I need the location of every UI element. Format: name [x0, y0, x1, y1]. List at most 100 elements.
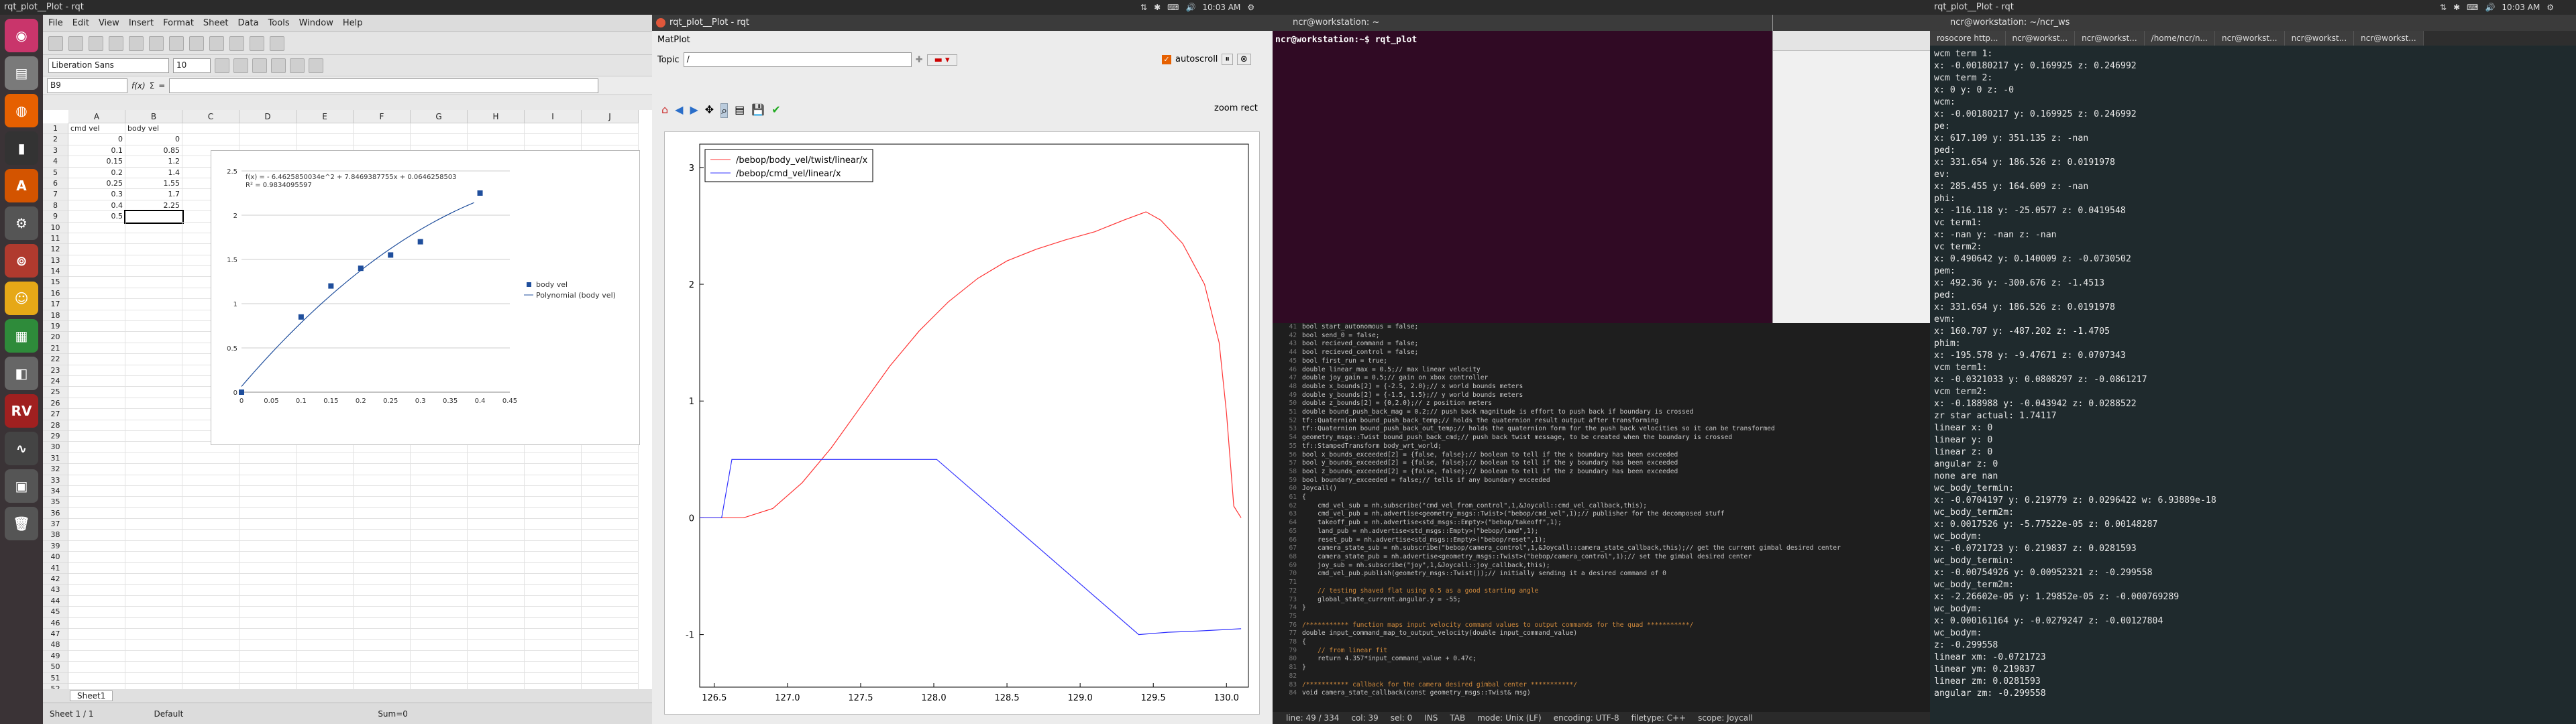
row-header[interactable]: 16 — [43, 288, 68, 300]
cell[interactable] — [125, 464, 182, 475]
code-line[interactable] — [1302, 672, 1841, 681]
topic-input[interactable]: / — [683, 52, 912, 67]
code-line[interactable]: double bound_push_back_mag = 0.2;// push… — [1302, 408, 1841, 417]
cell[interactable] — [239, 574, 297, 585]
cell[interactable] — [468, 497, 525, 508]
cell[interactable] — [525, 617, 582, 629]
row-header[interactable]: 11 — [43, 233, 68, 245]
row-header[interactable]: 14 — [43, 266, 68, 278]
row-header[interactable]: 31 — [43, 452, 68, 465]
settings-icon[interactable]: ⚙ — [5, 206, 38, 240]
column-header-A[interactable]: A — [68, 110, 125, 123]
cell[interactable]: 0.3 — [68, 189, 125, 200]
cell[interactable] — [297, 662, 354, 673]
sheet-tab[interactable]: Sheet1 — [70, 690, 113, 701]
align-center-icon[interactable] — [290, 58, 305, 73]
cell[interactable] — [239, 585, 297, 596]
code-line[interactable]: void camera_state_callback(const geometr… — [1302, 689, 1841, 698]
code-line[interactable]: tf::StampedTransform body_wrt_world; — [1302, 442, 1841, 451]
cell[interactable] — [297, 595, 354, 607]
code-line[interactable]: { — [1302, 638, 1841, 647]
cell[interactable] — [68, 628, 125, 640]
row-header[interactable]: 24 — [43, 375, 68, 387]
cell[interactable] — [411, 662, 468, 673]
terminal1-body[interactable]: ncr@workstation:~$ rqt_plot — [1273, 31, 1772, 49]
monitor-icon[interactable]: ∿ — [5, 432, 38, 465]
cell[interactable] — [239, 595, 297, 607]
cell[interactable] — [68, 299, 125, 310]
row-header[interactable]: 40 — [43, 552, 68, 563]
row-header[interactable]: 44 — [43, 595, 68, 607]
code-line[interactable]: /*********** callback for the camera des… — [1302, 681, 1841, 690]
cell[interactable] — [239, 134, 297, 145]
cell[interactable] — [354, 464, 411, 475]
align-right-icon[interactable] — [309, 58, 323, 73]
copy-icon[interactable] — [169, 36, 184, 51]
row-header[interactable]: 39 — [43, 540, 68, 552]
row-header[interactable]: 45 — [43, 607, 68, 618]
code-line[interactable]: // from linear fit — [1302, 647, 1841, 656]
row-header[interactable]: 30 — [43, 442, 68, 453]
pause-icon[interactable]: ⏸ — [1222, 54, 1233, 65]
cell[interactable] — [582, 628, 639, 640]
cell[interactable] — [125, 332, 182, 343]
formula-input[interactable] — [169, 78, 599, 93]
cell[interactable]: 0.4 — [68, 200, 125, 212]
row-header[interactable]: 28 — [43, 420, 68, 431]
cell[interactable] — [182, 530, 239, 541]
app-icon[interactable]: ⊚ — [5, 244, 38, 278]
code-line[interactable] — [1302, 613, 1841, 621]
code-line[interactable]: land_pub = nh.advertise<std_msgs::Empty>… — [1302, 528, 1841, 536]
software-center-icon[interactable]: A — [5, 169, 38, 202]
volume-icon[interactable]: 🔊 — [2485, 0, 2495, 15]
paste-icon[interactable] — [189, 36, 204, 51]
code-line[interactable] — [1302, 579, 1841, 587]
cell[interactable] — [354, 497, 411, 508]
cell[interactable] — [125, 640, 182, 651]
font-name-box[interactable]: Liberation Sans — [48, 58, 169, 73]
cell[interactable] — [525, 640, 582, 651]
cell[interactable] — [68, 321, 125, 333]
cell[interactable] — [354, 585, 411, 596]
cell[interactable] — [411, 519, 468, 530]
row-header[interactable]: 1 — [43, 123, 68, 135]
cell[interactable]: 2.25 — [125, 200, 182, 212]
code-line[interactable]: double input_command_map_to_output_veloc… — [1302, 629, 1841, 638]
cell[interactable] — [182, 452, 239, 465]
cell[interactable] — [125, 507, 182, 520]
cell[interactable] — [182, 585, 239, 596]
cell[interactable] — [68, 387, 125, 398]
column-header-G[interactable]: G — [411, 110, 468, 123]
cell[interactable]: 0.85 — [125, 145, 182, 157]
cell[interactable] — [582, 134, 639, 145]
cell[interactable] — [411, 507, 468, 520]
row-header[interactable]: 41 — [43, 562, 68, 575]
cell[interactable] — [239, 650, 297, 662]
cell[interactable] — [68, 343, 125, 355]
cell[interactable] — [411, 617, 468, 629]
print-icon[interactable] — [129, 36, 144, 51]
cell[interactable] — [354, 123, 411, 135]
cell[interactable] — [68, 485, 125, 497]
cell[interactable] — [297, 530, 354, 541]
row-header[interactable]: 38 — [43, 530, 68, 541]
cell[interactable] — [239, 617, 297, 629]
cell[interactable] — [182, 562, 239, 575]
cell[interactable] — [68, 662, 125, 673]
cell[interactable] — [582, 485, 639, 497]
code-line[interactable]: // testing shaved flat using 0.5 as a go… — [1302, 587, 1841, 596]
cell[interactable] — [68, 640, 125, 651]
code-line[interactable]: Joycall() — [1302, 485, 1841, 493]
cell[interactable] — [582, 464, 639, 475]
cell[interactable] — [297, 562, 354, 575]
autoscroll-checkbox[interactable]: ✓ — [1162, 54, 1171, 64]
cell[interactable] — [525, 475, 582, 486]
cell[interactable] — [411, 475, 468, 486]
keyboard-icon[interactable]: ⌨ — [1167, 0, 1179, 15]
row-header[interactable]: 15 — [43, 277, 68, 288]
cell[interactable] — [125, 662, 182, 673]
menu-format[interactable]: Format — [163, 18, 194, 28]
column-header-C[interactable]: C — [182, 110, 239, 123]
cell[interactable] — [411, 672, 468, 684]
cell[interactable] — [68, 452, 125, 465]
